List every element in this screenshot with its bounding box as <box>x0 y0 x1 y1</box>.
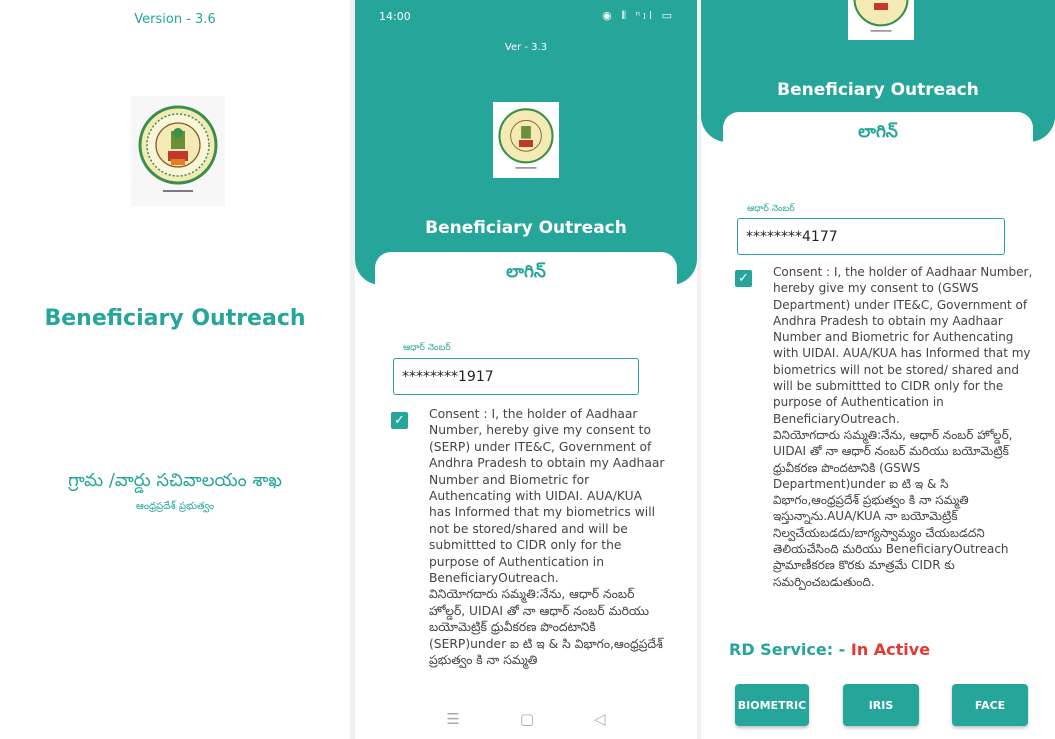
login-card: లాగిన్ ఆధార్ నెంబర్ ✓ Consent : I, the h… <box>375 252 677 739</box>
rd-service-status: RD Service: - In Active <box>729 640 930 659</box>
status-time: 14:00 <box>379 10 411 23</box>
consent-checkbox[interactable]: ✓ <box>735 270 752 287</box>
status-icons: ◉ ⦀ ⁿıl ▭ <box>602 9 675 22</box>
login-title: లాగిన్ <box>506 262 546 282</box>
consent-english: Consent : I, the holder of Aadhaar Numbe… <box>429 407 665 586</box>
header-banner: 14:00 ◉ ⦀ ⁿıl ▭ Ver - 3.3 Beneficiary Ou… <box>355 0 697 285</box>
back-icon[interactable]: ◁ <box>594 710 606 728</box>
consent-english: Consent : I, the holder of Aadhaar Numbe… <box>773 265 1033 426</box>
version-label: Version - 3.6 <box>134 12 216 27</box>
face-button[interactable]: FACE <box>952 684 1028 726</box>
rd-service-label: RD Service: - <box>729 640 846 659</box>
version-label: Ver - 3.3 <box>504 42 548 53</box>
home-icon[interactable]: ▢ <box>520 710 534 728</box>
aadhaar-label: ఆధార్ నెంబర్ <box>403 343 451 353</box>
aadhaar-label: ఆధార్ నెంబర్ <box>747 204 795 214</box>
menu-icon[interactable]: ☰ <box>446 710 459 728</box>
consent-text: Consent : I, the holder of Aadhaar Numbe… <box>429 406 665 669</box>
iris-button[interactable]: IRIS <box>843 684 919 726</box>
consent-telugu: వినియోగదారు సమ్మతి:నేను, ఆధార్ నంబర్ హోల… <box>773 427 1013 589</box>
department-name: గ్రామ /వార్డు సచివాలయం శాఖ <box>68 470 282 491</box>
rd-service-value: In Active <box>850 640 931 659</box>
aadhaar-input[interactable] <box>393 358 639 395</box>
app-title: Beneficiary Outreach <box>425 218 627 238</box>
aadhaar-input[interactable] <box>737 218 1005 255</box>
login-screen-b: Beneficiary Outreach లాగిన్ ఆధార్ నెంబర్… <box>701 0 1055 739</box>
state-emblem-logo <box>131 96 225 206</box>
system-nav-bar: ☰ ▢ ◁ <box>355 699 697 739</box>
app-title: Beneficiary Outreach <box>44 306 306 331</box>
state-emblem-logo <box>493 102 559 178</box>
login-screen-a: 14:00 ◉ ⦀ ⁿıl ▭ Ver - 3.3 Beneficiary Ou… <box>355 0 697 739</box>
login-title: లాగిన్ <box>858 122 898 142</box>
biometric-button[interactable]: BIOMETRIC <box>735 684 809 726</box>
consent-telugu: వినియోగదారు సమ్మతి:నేను, ఆధార్ నంబర్ హోల… <box>429 587 663 668</box>
splash-screen: Version - 3.6 Beneficiary Outreach గ్రామ… <box>0 0 350 739</box>
state-name: ఆంధ్రప్రదేశ్ ప్రభుత్వం <box>135 501 215 512</box>
state-emblem-logo <box>848 0 914 40</box>
consent-checkbox[interactable]: ✓ <box>391 412 408 429</box>
app-title: Beneficiary Outreach <box>777 80 979 100</box>
consent-text: Consent : I, the holder of Aadhaar Numbe… <box>773 264 1035 590</box>
